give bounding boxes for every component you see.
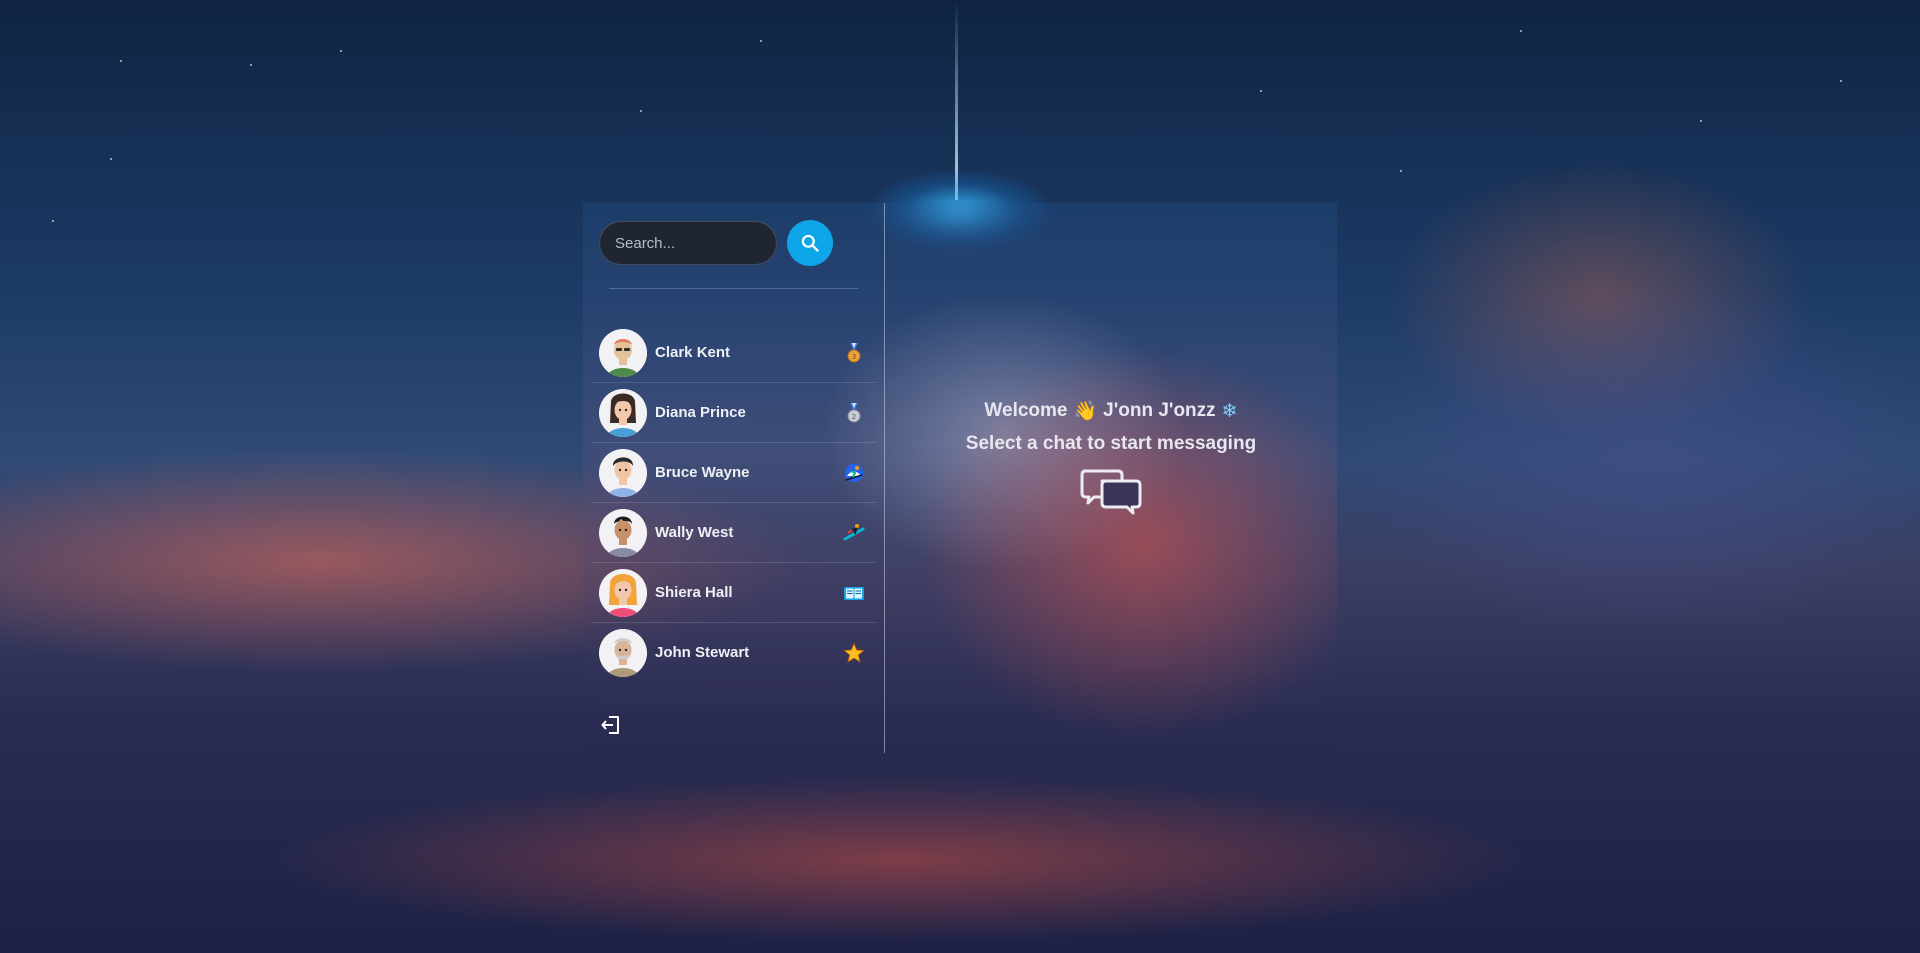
wave-icon: 👋 (1073, 401, 1098, 422)
contact-name: Shiera Hall (655, 584, 733, 601)
star-decoration (52, 220, 54, 222)
star-decoration (1840, 80, 1842, 82)
contact-name: Bruce Wayne (655, 464, 750, 481)
chat-bubbles-icon (1080, 469, 1142, 515)
star-decoration (1520, 30, 1522, 32)
star-decoration (1400, 170, 1402, 172)
star-decoration (110, 158, 112, 160)
avatar (599, 628, 647, 677)
search-icon (801, 234, 819, 252)
user-name: J'onn J'onzz (1103, 400, 1216, 421)
chat-placeholder: Welcome 👋 J'onn J'onzz ❄ Select a chat t… (885, 203, 1337, 753)
star-icon (843, 641, 865, 663)
contact-item[interactable]: Wally West (591, 503, 876, 563)
welcome-greeting: Welcome (984, 400, 1068, 421)
search-button[interactable] (787, 220, 833, 266)
snowflake-icon: ❄ (1221, 400, 1238, 422)
medal-icon: 3 (847, 342, 861, 362)
avatar (599, 448, 647, 497)
avatar (599, 388, 647, 437)
contact-item[interactable]: Clark Kent 3 (591, 323, 876, 383)
avatar (599, 568, 647, 617)
snowboard-icon (843, 523, 865, 540)
avatar (599, 328, 647, 377)
svg-text:2: 2 (852, 413, 856, 421)
silver-medal-icon: 2 (847, 402, 861, 422)
star-decoration (1700, 120, 1702, 122)
sidebar-divider (609, 288, 858, 289)
select-chat-hint: Select a chat to start messaging (965, 433, 1257, 454)
contact-item[interactable]: Bruce Wayne (591, 443, 876, 503)
contact-name: Diana Prince (655, 404, 746, 421)
star-decoration (1260, 90, 1262, 92)
star-decoration (120, 60, 122, 62)
contact-item[interactable]: Diana Prince 2 (591, 383, 876, 443)
star-decoration (640, 110, 642, 112)
skier-icon (845, 463, 863, 482)
star-decoration (760, 40, 762, 42)
svg-text:3: 3 (852, 353, 856, 361)
contact-name: Clark Kent (655, 344, 731, 361)
contact-item[interactable]: John Stewart (591, 623, 876, 682)
book-icon (844, 586, 864, 600)
star-decoration (250, 64, 252, 66)
search-bar (599, 220, 868, 266)
contact-list: Clark Kent 3 Diana Prince 2 Bruce Wayne … (591, 323, 876, 682)
logout-icon[interactable] (599, 713, 623, 737)
contact-name: Wally West (655, 524, 734, 541)
search-input[interactable] (599, 221, 777, 265)
welcome-message: Welcome 👋 J'onn J'onzz ❄ (984, 399, 1237, 423)
avatar (599, 508, 647, 557)
contact-item[interactable]: Shiera Hall (591, 563, 876, 623)
star-decoration (340, 50, 342, 52)
sidebar: Clark Kent 3 (583, 203, 885, 753)
chat-app-panel: Clark Kent 3 (583, 203, 1337, 753)
contact-name: John Stewart (655, 644, 750, 661)
